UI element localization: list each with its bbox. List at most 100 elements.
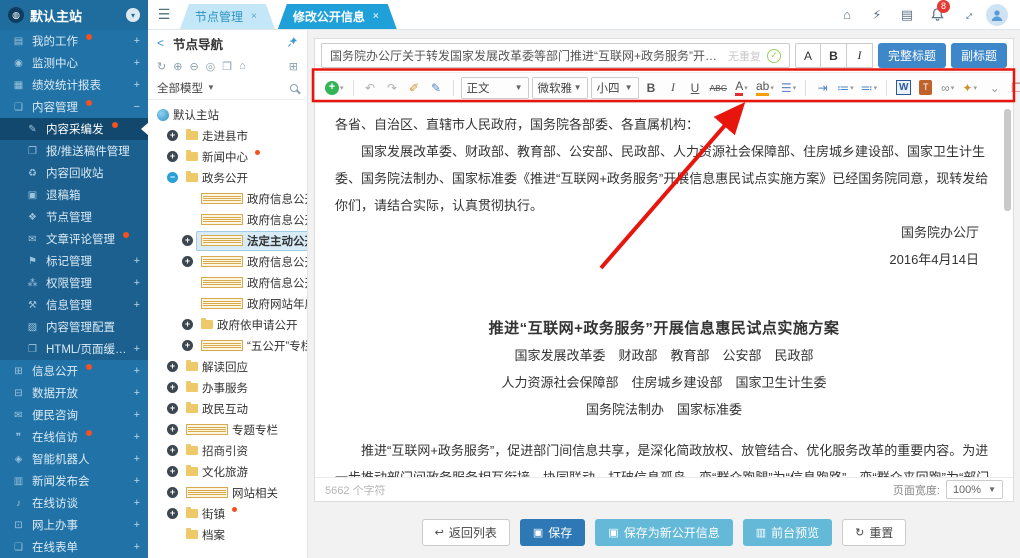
tree-node[interactable]: 走进县市 [181,126,253,146]
underline-icon[interactable]: U [686,77,705,99]
expand-icon[interactable]: + [167,382,178,393]
tree-node-row[interactable]: 政府信息公开年报 [148,272,307,293]
notification-bell-icon[interactable]: 8 [922,0,952,30]
tree-node-row[interactable]: 默认主站 [148,104,307,125]
subtitle-button[interactable]: 副标题 [951,43,1007,68]
sidebar-item-push-manuscript[interactable]: ❐报/推送稿件管理 [0,140,148,162]
expand-icon[interactable]: + [134,475,140,487]
title-color-button[interactable]: A [795,43,821,68]
sidebar-item-tag-management[interactable]: ⚑标记管理+ [0,250,148,272]
sidebar-item-online-interview[interactable]: ♪在线访谈+ [0,492,148,514]
sidebar-item-content-editing[interactable]: ✎内容采编发 [0,118,148,140]
expand-icon[interactable]: + [134,343,140,355]
expand-icon[interactable]: + [134,497,140,509]
italic-icon[interactable]: I [664,77,683,99]
panel-layout-icon[interactable]: ⊞ [289,60,298,73]
tree-node[interactable]: 政府网站年度报表 [196,294,307,314]
tree-node-row[interactable]: +网站相关 [148,482,307,503]
tree-node[interactable]: 法定主动公开内容 [196,231,307,251]
fullscreen-toggle-icon[interactable]: ↔ [952,0,982,30]
expand-all-icon[interactable]: ⊕ [173,60,182,73]
expand-icon[interactable]: + [167,508,178,519]
expand-icon[interactable]: + [134,365,140,377]
collapse-all-icon[interactable]: ⊖ [189,60,198,73]
sidebar-item-online-services[interactable]: ⊡网上办事+ [0,514,148,536]
tree-node-row[interactable]: +政府依申请公开 [148,314,307,335]
align-icon[interactable]: ☰▾ [779,77,798,99]
expand-icon[interactable]: + [134,255,140,267]
refresh-icon[interactable]: ↻ [157,60,166,73]
sidebar-item-smart-robot[interactable]: ◈智能机器人+ [0,448,148,470]
find-replace-icon[interactable]: ❐ [1007,77,1020,99]
expand-icon[interactable]: + [182,340,193,351]
tree-node-row[interactable]: +街镇 [148,503,307,524]
home-icon[interactable]: ⌂ [832,0,862,30]
tree-node-row[interactable]: +法定主动公开内容 [148,230,307,251]
expand-icon[interactable]: + [167,466,178,477]
tab-close-icon[interactable]: × [251,11,257,22]
collapse-panel-icon[interactable]: < [157,36,164,50]
sidebar-item-online-forms[interactable]: ❏在线表单+ [0,536,148,558]
tree-node[interactable]: 档案 [181,525,230,545]
action-button-plain[interactable]: ↻重置 [842,519,906,546]
sidebar-item-info-management[interactable]: ⚒信息管理+ [0,294,148,316]
expand-icon[interactable]: + [182,319,193,330]
sidebar-item-content-config[interactable]: ▧内容管理配置 [0,316,148,338]
tree-node-row[interactable]: +“五公开”专栏 [148,335,307,356]
tree-node-row[interactable]: +政民互动 [148,398,307,419]
action-button-plain[interactable]: ↩返回列表 [422,519,510,546]
expand-icon[interactable]: + [134,299,140,311]
tree-node-row[interactable]: 政府信息公开制度 [148,209,307,230]
page-width-select[interactable]: 100% ▼ [946,480,1003,499]
tree-node[interactable]: 政府信息公开目录 [196,252,307,272]
sidebar-item-data-open[interactable]: ⊟数据开放+ [0,382,148,404]
user-avatar[interactable] [982,0,1012,30]
hamburger-icon[interactable]: ☰ [148,0,180,30]
redo-icon[interactable]: ↷ [383,77,402,99]
tab-edit-public-info[interactable]: 修改公开信息× [278,4,397,29]
expand-icon[interactable]: + [167,403,178,414]
clear-format-icon[interactable]: ✎ [427,77,446,99]
tree-node-row[interactable]: +走进县市 [148,125,307,146]
auto-typeset-icon[interactable]: ✦▾ [960,77,979,99]
word-import-icon[interactable]: W [894,77,913,99]
tree-node[interactable]: 新闻中心 [181,147,253,167]
search-icon[interactable] [290,84,298,92]
tab-close-icon[interactable]: × [373,11,379,22]
tab-node-management[interactable]: 节点管理× [180,4,275,29]
more-tools-icon[interactable]: ⌄ [985,77,1004,99]
tree-node-row[interactable]: +招商引资 [148,440,307,461]
expand-icon[interactable]: + [134,79,140,91]
font-size-select[interactable]: 小四▼ [591,77,639,99]
expand-icon[interactable]: + [182,256,193,267]
tree-node-row[interactable]: +新闻中心 [148,146,307,167]
title-input[interactable]: 国务院办公厅关于转发国家发展改革委等部门推进“互联网+政务服务”开展信息惠民试点… [321,43,790,68]
font-color-icon[interactable]: A▾ [732,77,751,99]
ordered-list-icon[interactable]: ≔▾ [835,77,856,99]
expand-icon[interactable]: + [134,541,140,553]
expand-icon[interactable]: + [134,277,140,289]
tree-node[interactable]: 街镇 [181,504,230,524]
tree-node-row[interactable]: +解读回应 [148,356,307,377]
tree-node[interactable]: 专题专栏 [181,420,283,440]
tree-node[interactable]: 政府信息公开指南 [196,189,307,209]
bold-icon[interactable]: B [642,77,661,99]
home-node-icon[interactable]: ⌂ [239,60,246,72]
sidebar-item-monitor-center[interactable]: ◉监测中心+ [0,52,148,74]
tree-node[interactable]: 政府信息公开年报 [196,273,307,293]
expand-icon[interactable]: + [182,235,193,246]
title-bold-button[interactable]: B [821,43,847,68]
sidebar-item-online-petition[interactable]: ❞在线信访+ [0,426,148,448]
tree-node-row[interactable]: +文化旅游 [148,461,307,482]
tree-node[interactable]: 办事服务 [181,378,253,398]
tree-node[interactable]: 政务公开 [181,168,253,188]
action-button-info[interactable]: ▣保存为新公开信息 [595,519,732,546]
copy-icon[interactable]: ❐ [222,60,232,73]
sidebar-item-html-cache[interactable]: ❐HTML/页面缓存生成+ [0,338,148,360]
pin-icon[interactable] [287,36,298,51]
full-title-button[interactable]: 完整标题 [878,43,946,68]
tree-node-row[interactable]: 政府信息公开指南 [148,188,307,209]
expand-icon[interactable]: + [167,151,178,162]
sidebar-item-comment-management[interactable]: ✉文章评论管理 [0,228,148,250]
sidebar-item-public-consult[interactable]: ✉便民咨询+ [0,404,148,426]
